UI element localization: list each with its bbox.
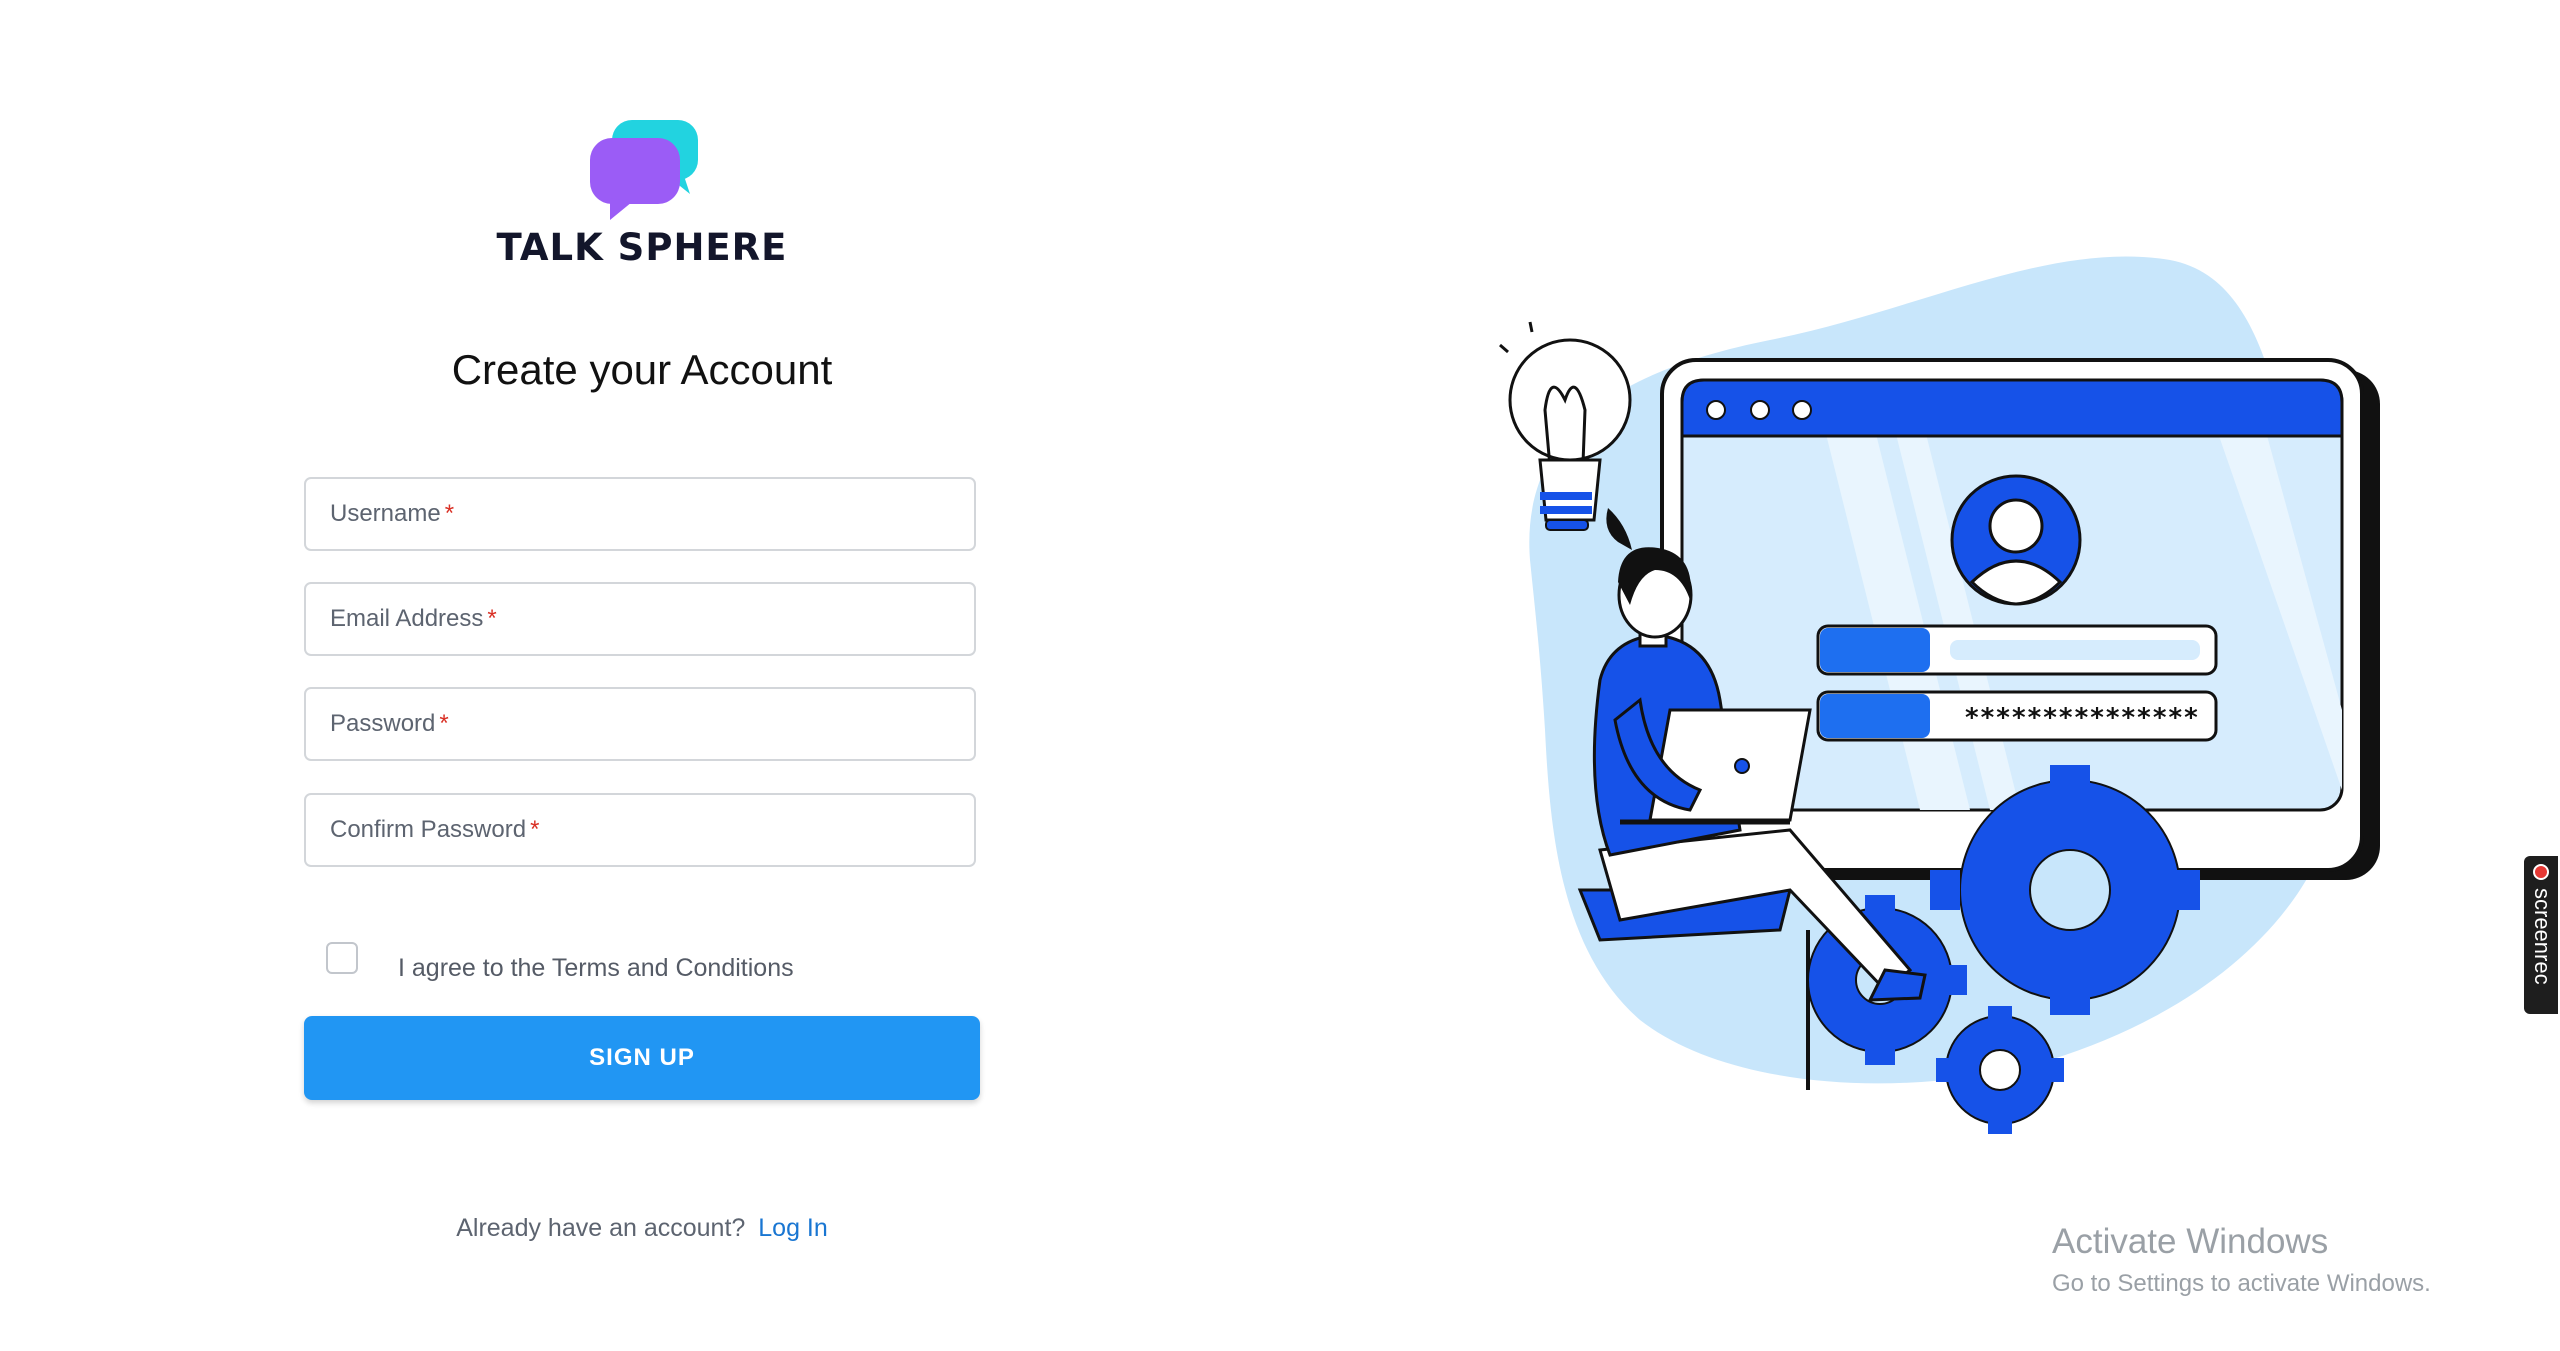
login-illustration-icon: ***************: [1499, 256, 2380, 1134]
confirm-password-field[interactable]: Confirm Password *: [304, 793, 976, 867]
chat-bubbles-icon: [590, 120, 698, 220]
password-field[interactable]: Password *: [304, 687, 976, 761]
username-label: Username: [330, 500, 441, 527]
required-marker: *: [487, 605, 497, 632]
brand-name: TALK SPHERE: [496, 226, 788, 269]
watermark-title: Activate Windows: [2052, 1222, 2329, 1261]
required-marker: *: [439, 710, 449, 737]
password-label: Password: [330, 710, 436, 737]
signup-button[interactable]: SIGN UP: [304, 1016, 980, 1100]
required-marker: *: [530, 816, 540, 843]
username-field[interactable]: Username *: [304, 477, 976, 551]
terms-checkbox[interactable]: [326, 941, 358, 974]
terms-row: I agree to the Terms and Conditions: [326, 932, 794, 983]
watermark-subtitle: Go to Settings to activate Windows.: [2052, 1270, 2431, 1297]
login-prompt: Already have an account? Log In: [304, 1214, 980, 1243]
login-link[interactable]: Log In: [758, 1214, 828, 1242]
record-icon: [2533, 864, 2549, 880]
screenrec-label: screenrec: [2530, 888, 2555, 985]
screenrec-tab[interactable]: screenrec: [2524, 856, 2558, 1014]
signup-page: TALK SPHERE Create your Account Username…: [0, 0, 2560, 1351]
email-label: Email Address: [330, 605, 484, 632]
confirm-password-label: Confirm Password: [330, 816, 527, 843]
login-prompt-text: Already have an account?: [456, 1214, 746, 1242]
email-field[interactable]: Email Address *: [304, 582, 976, 656]
activation-watermark: Activate Windows Go to Settings to activ…: [2052, 1222, 2431, 1298]
page-title: Create your Account: [451, 346, 833, 393]
password-mask: ***************: [1964, 703, 2199, 733]
terms-label: I agree to the Terms and Conditions: [398, 954, 794, 982]
required-marker: *: [444, 500, 455, 527]
